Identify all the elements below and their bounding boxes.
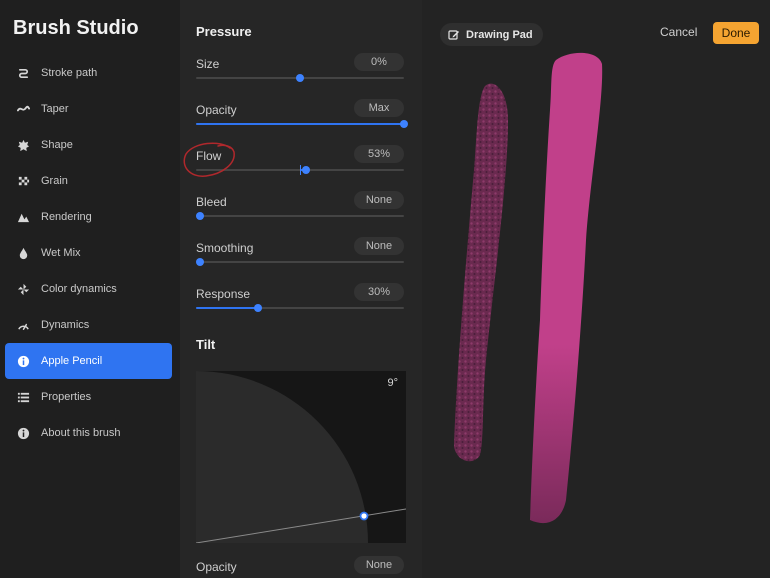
stroke-path-icon (15, 65, 31, 81)
sidebar: Brush Studio Stroke path Taper Shape Gra… (0, 0, 180, 578)
slider-label: Response (196, 287, 251, 301)
taper-icon (15, 101, 31, 117)
sidebar-item-label: About this brush (41, 427, 121, 439)
slider-value[interactable]: None (354, 237, 404, 255)
slider-label: Size (196, 57, 220, 71)
wide-stroke (530, 52, 603, 524)
slider-knob[interactable] (254, 304, 263, 312)
annotation-circle (183, 142, 235, 177)
sidebar-item-taper[interactable]: Taper (5, 91, 172, 127)
properties-icon (15, 389, 31, 405)
slider-knob[interactable] (302, 166, 311, 174)
slider-fill (196, 123, 404, 125)
sidebar-item-label: Apple Pencil (41, 355, 103, 367)
tilt-arc (196, 371, 368, 543)
wet-mix-icon (15, 245, 31, 261)
slider-center-tick (300, 165, 301, 175)
drawing-pad-canvas[interactable]: Drawing Pad Cancel Done (422, 0, 770, 578)
pressure-bleed-row: Bleed None (196, 191, 404, 231)
sidebar-item-label: Grain (41, 175, 68, 187)
edit-icon (448, 29, 459, 40)
sidebar-item-about[interactable]: About this brush (5, 415, 172, 451)
brush-strokes (454, 52, 603, 524)
tilt-handle[interactable] (359, 511, 369, 521)
sidebar-item-label: Properties (41, 391, 92, 403)
color-dynamics-icon (15, 281, 31, 297)
drawing-pad-chip[interactable]: Drawing Pad (440, 23, 543, 46)
slider-value[interactable]: 0% (354, 53, 404, 71)
slider-knob[interactable] (400, 120, 408, 128)
tilt-opacity-row: Opacity None (196, 556, 404, 578)
dynamics-icon (15, 317, 31, 333)
slider-fill (196, 307, 259, 309)
sidebar-item-dynamics[interactable]: Dynamics (5, 307, 172, 343)
sidebar-item-shape[interactable]: Shape (5, 127, 172, 163)
sidebar-item-label: Stroke path (41, 67, 98, 79)
sidebar-item-label: Color dynamics (41, 283, 117, 295)
pressure-section-title: Pressure (196, 24, 252, 39)
sidebar-item-label: Rendering (41, 211, 92, 223)
apple-pencil-icon (15, 353, 31, 369)
pressure-size-row: Size 0% (196, 53, 404, 93)
sidebar-item-label: Taper (41, 103, 69, 115)
sidebar-item-label: Dynamics (41, 319, 90, 331)
slider-label: Smoothing (196, 241, 254, 255)
app-title: Brush Studio (13, 17, 139, 39)
cancel-button[interactable]: Cancel (660, 25, 697, 39)
drawing-pad-label: Drawing Pad (466, 28, 533, 41)
slider-label: Opacity (196, 103, 237, 117)
sidebar-item-stroke-path[interactable]: Stroke path (5, 55, 172, 91)
sidebar-item-properties[interactable]: Properties (5, 379, 172, 415)
slider-knob[interactable] (196, 212, 204, 220)
rendering-icon (15, 209, 31, 225)
sidebar-item-label: Wet Mix (41, 247, 81, 259)
slider-label: Opacity (196, 560, 237, 574)
pressure-response-row: Response 30% (196, 283, 404, 323)
slider-track[interactable] (196, 215, 404, 217)
slider-knob[interactable] (196, 258, 204, 266)
tilt-angle-readout: 9° (387, 377, 398, 389)
slider-value[interactable]: None (354, 191, 404, 209)
sidebar-item-rendering[interactable]: Rendering (5, 199, 172, 235)
pressure-smoothing-row: Smoothing None (196, 237, 404, 277)
slider-label: Bleed (196, 195, 227, 209)
done-button[interactable]: Done (713, 22, 759, 44)
about-icon (15, 425, 31, 441)
sidebar-nav: Stroke path Taper Shape Grain Rendering … (5, 55, 172, 451)
slider-value[interactable]: 30% (354, 283, 404, 301)
slider-knob[interactable] (296, 74, 304, 82)
tilt-section-title: Tilt (196, 337, 216, 352)
narrow-stroke (454, 83, 508, 462)
slider-track[interactable] (196, 261, 404, 263)
slider-value[interactable]: 53% (354, 145, 404, 163)
sidebar-item-apple-pencil[interactable]: Apple Pencil (5, 343, 172, 379)
slider-value[interactable]: Max (354, 99, 404, 117)
pressure-opacity-row: Opacity Max (196, 99, 408, 139)
sidebar-item-label: Shape (41, 139, 73, 151)
slider-value[interactable]: None (354, 556, 404, 574)
sidebar-item-color-dynamics[interactable]: Color dynamics (5, 271, 172, 307)
tilt-graph[interactable]: 9° (196, 371, 406, 543)
sidebar-item-wet-mix[interactable]: Wet Mix (5, 235, 172, 271)
grain-icon (15, 173, 31, 189)
sidebar-item-grain[interactable]: Grain (5, 163, 172, 199)
shape-icon (15, 137, 31, 153)
settings-panel: Pressure Size 0% Opacity Max Flow 53% Bl… (180, 0, 422, 578)
